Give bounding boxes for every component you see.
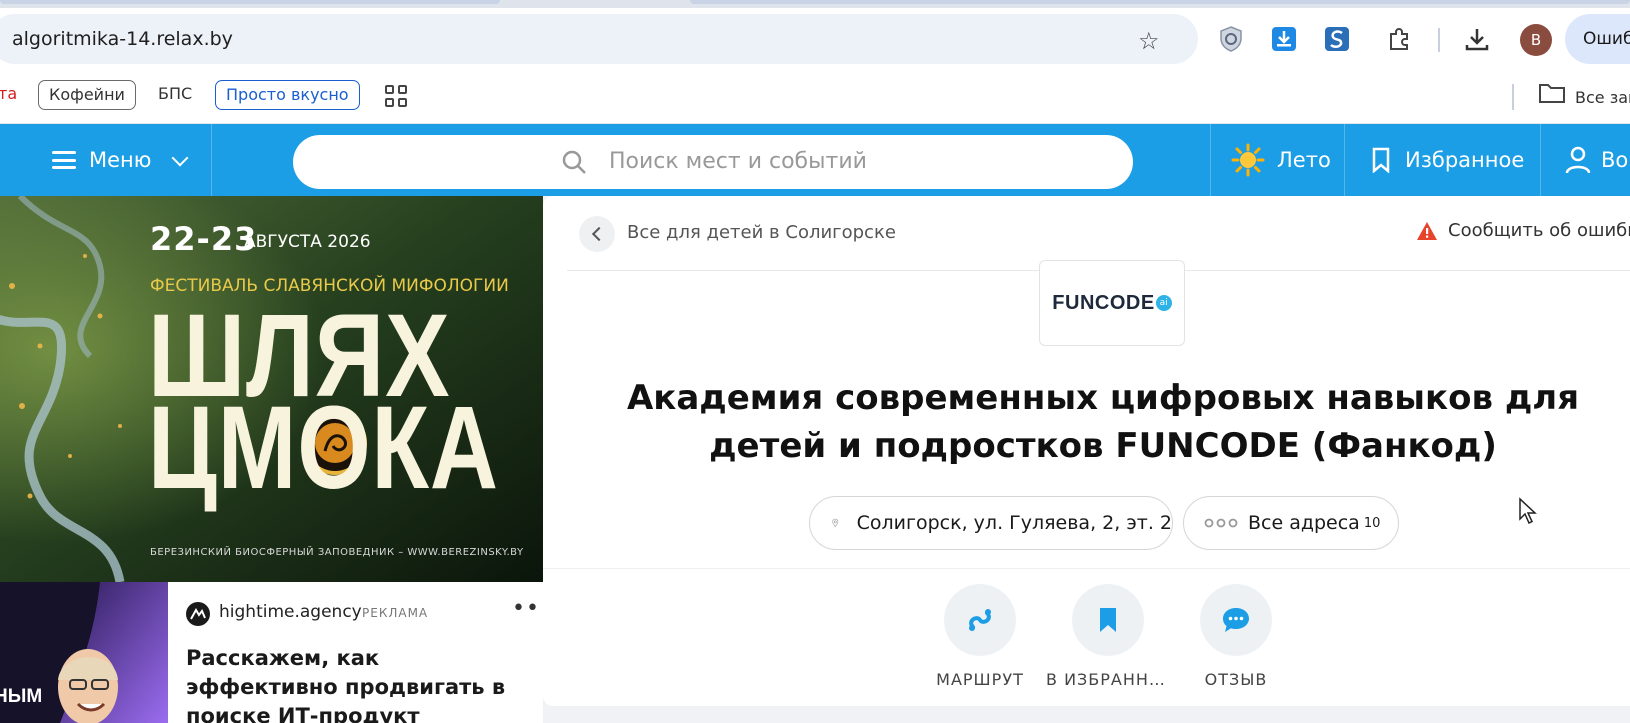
- search-input[interactable]: Поиск мест и событий: [293, 135, 1133, 189]
- mouse-cursor-icon: [1519, 497, 1537, 525]
- banner-title-line2: ЦМОКА: [148, 382, 499, 514]
- report-error-label: Сообщить об ошибке: [1448, 220, 1630, 241]
- review-button[interactable]: ОТЗЫВ: [1161, 584, 1311, 689]
- bookmark-item-bps[interactable]: БПС: [148, 80, 202, 110]
- bookmark-item-prosto-vkusno[interactable]: Просто вкусно: [215, 80, 360, 110]
- search-placeholder: Поиск мест и событий: [609, 149, 867, 174]
- all-addresses-count: 10: [1363, 515, 1381, 531]
- ad-image: НЫМ: [0, 582, 168, 723]
- banner-date: 22-23: [150, 220, 258, 258]
- login-link[interactable]: Во: [1540, 124, 1630, 196]
- ad-domain[interactable]: hightime.agency: [219, 602, 362, 622]
- folder-icon[interactable]: [1538, 82, 1566, 104]
- summer-label: Лето: [1277, 148, 1331, 172]
- report-error-link[interactable]: Сообщить об ошибке: [1416, 220, 1630, 241]
- site-header: Меню Поиск мест и событий Лето Избранное…: [0, 124, 1630, 196]
- logo-ai-badge: ai: [1155, 295, 1172, 311]
- browser-toolbar: S algoritmika-14.relax.by ☆ B Ошиб: [0, 8, 1630, 72]
- ad-image-caption: НЫМ: [0, 686, 43, 707]
- search-icon: [562, 150, 586, 174]
- download-extension-icon[interactable]: [1271, 26, 1297, 52]
- banner-footer: БЕРЕЗИНСКИЙ БИОСФЕРНЫЙ ЗАПОВЕДНИК – WWW.…: [150, 547, 524, 558]
- location-pin-icon: [832, 518, 839, 528]
- favorite-label: В ИЗБРАННОЕ: [1046, 670, 1170, 689]
- address-chip[interactable]: Солигорск, ул. Гуляева, 2, эт. 2: [809, 496, 1173, 550]
- extensions-puzzle-icon[interactable]: [1386, 26, 1412, 52]
- ad-card[interactable]: НЫМ hightime.agency РЕКЛАМА ••• Расскаже…: [0, 582, 543, 723]
- back-chevron-icon[interactable]: [579, 216, 615, 252]
- actions-divider: [543, 568, 1630, 569]
- favorites-link[interactable]: Избранное: [1344, 124, 1540, 196]
- menu-button[interactable]: Меню: [0, 124, 212, 196]
- hightime-logo: [186, 602, 210, 626]
- user-icon: [1565, 146, 1591, 174]
- all-bookmarks-link[interactable]: Все зак: [1575, 88, 1630, 107]
- summer-link[interactable]: Лето: [1210, 124, 1344, 196]
- apps-grid-icon[interactable]: [385, 85, 407, 107]
- warning-icon: [1417, 222, 1437, 240]
- logo-text: FUNCODE: [1052, 291, 1155, 314]
- all-addresses-button[interactable]: Все адреса 10: [1183, 496, 1399, 550]
- page-title: Академия современных цифровых навыков дл…: [626, 378, 1580, 466]
- bookmarks-bar: та Кофейни БПС Просто вкусно Все зак: [0, 72, 1630, 124]
- login-label: Во: [1601, 148, 1629, 172]
- bookmark-item-ta[interactable]: та: [0, 80, 27, 110]
- ad-label: РЕКЛАМА: [362, 606, 429, 620]
- place-card: Все для детей в Солигорске Сообщить об о…: [543, 196, 1630, 706]
- funcode-logo: FUNCODE ai: [1039, 260, 1185, 346]
- downloads-icon[interactable]: [1464, 26, 1490, 52]
- bookmark-outline-icon: [1372, 147, 1390, 173]
- all-addresses-label: Все адреса: [1248, 512, 1360, 534]
- breadcrumb[interactable]: Все для детей в Солигорске: [627, 222, 896, 243]
- bookmark-icon: [1100, 608, 1116, 632]
- review-label: ОТЗЫВ: [1204, 670, 1268, 689]
- bookmarks-separator: [1512, 84, 1514, 110]
- comment-icon: [1223, 608, 1249, 632]
- site-info-icon[interactable]: S: [0, 28, 2, 50]
- sun-icon: [1231, 143, 1265, 177]
- error-pill[interactable]: Ошиб: [1565, 14, 1630, 64]
- route-icon: [969, 609, 991, 631]
- chevron-down-icon: [171, 149, 189, 167]
- ad-title[interactable]: Расскажем, как эффективно продвигать в п…: [186, 644, 526, 723]
- banner-month: АВГУСТА 2026: [244, 232, 371, 252]
- profile-avatar[interactable]: B: [1520, 24, 1552, 56]
- hamburger-icon: [52, 151, 76, 169]
- more-options-icon[interactable]: •••: [512, 596, 543, 621]
- favorites-label: Избранное: [1405, 148, 1525, 172]
- s-extension-icon[interactable]: [1324, 26, 1350, 52]
- url-text[interactable]: algoritmika-14.relax.by: [12, 28, 233, 50]
- bookmark-star-icon[interactable]: ☆: [1138, 27, 1160, 55]
- shield-extension-icon[interactable]: [1218, 26, 1244, 52]
- bookmark-item-kofeyni[interactable]: Кофейни: [38, 80, 136, 110]
- menu-label: Меню: [89, 148, 152, 172]
- toolbar-separator: [1438, 28, 1440, 52]
- address-bar[interactable]: S algoritmika-14.relax.by ☆: [0, 14, 1198, 64]
- tab-strip: [0, 0, 1630, 8]
- address-text: Солигорск, ул. Гуляева, 2, эт. 2: [856, 512, 1172, 534]
- festival-banner[interactable]: 22-23 АВГУСТА 2026 ФЕСТИВАЛЬ СЛАВЯНСКОЙ …: [0, 196, 543, 582]
- dots-icon: [1204, 518, 1238, 528]
